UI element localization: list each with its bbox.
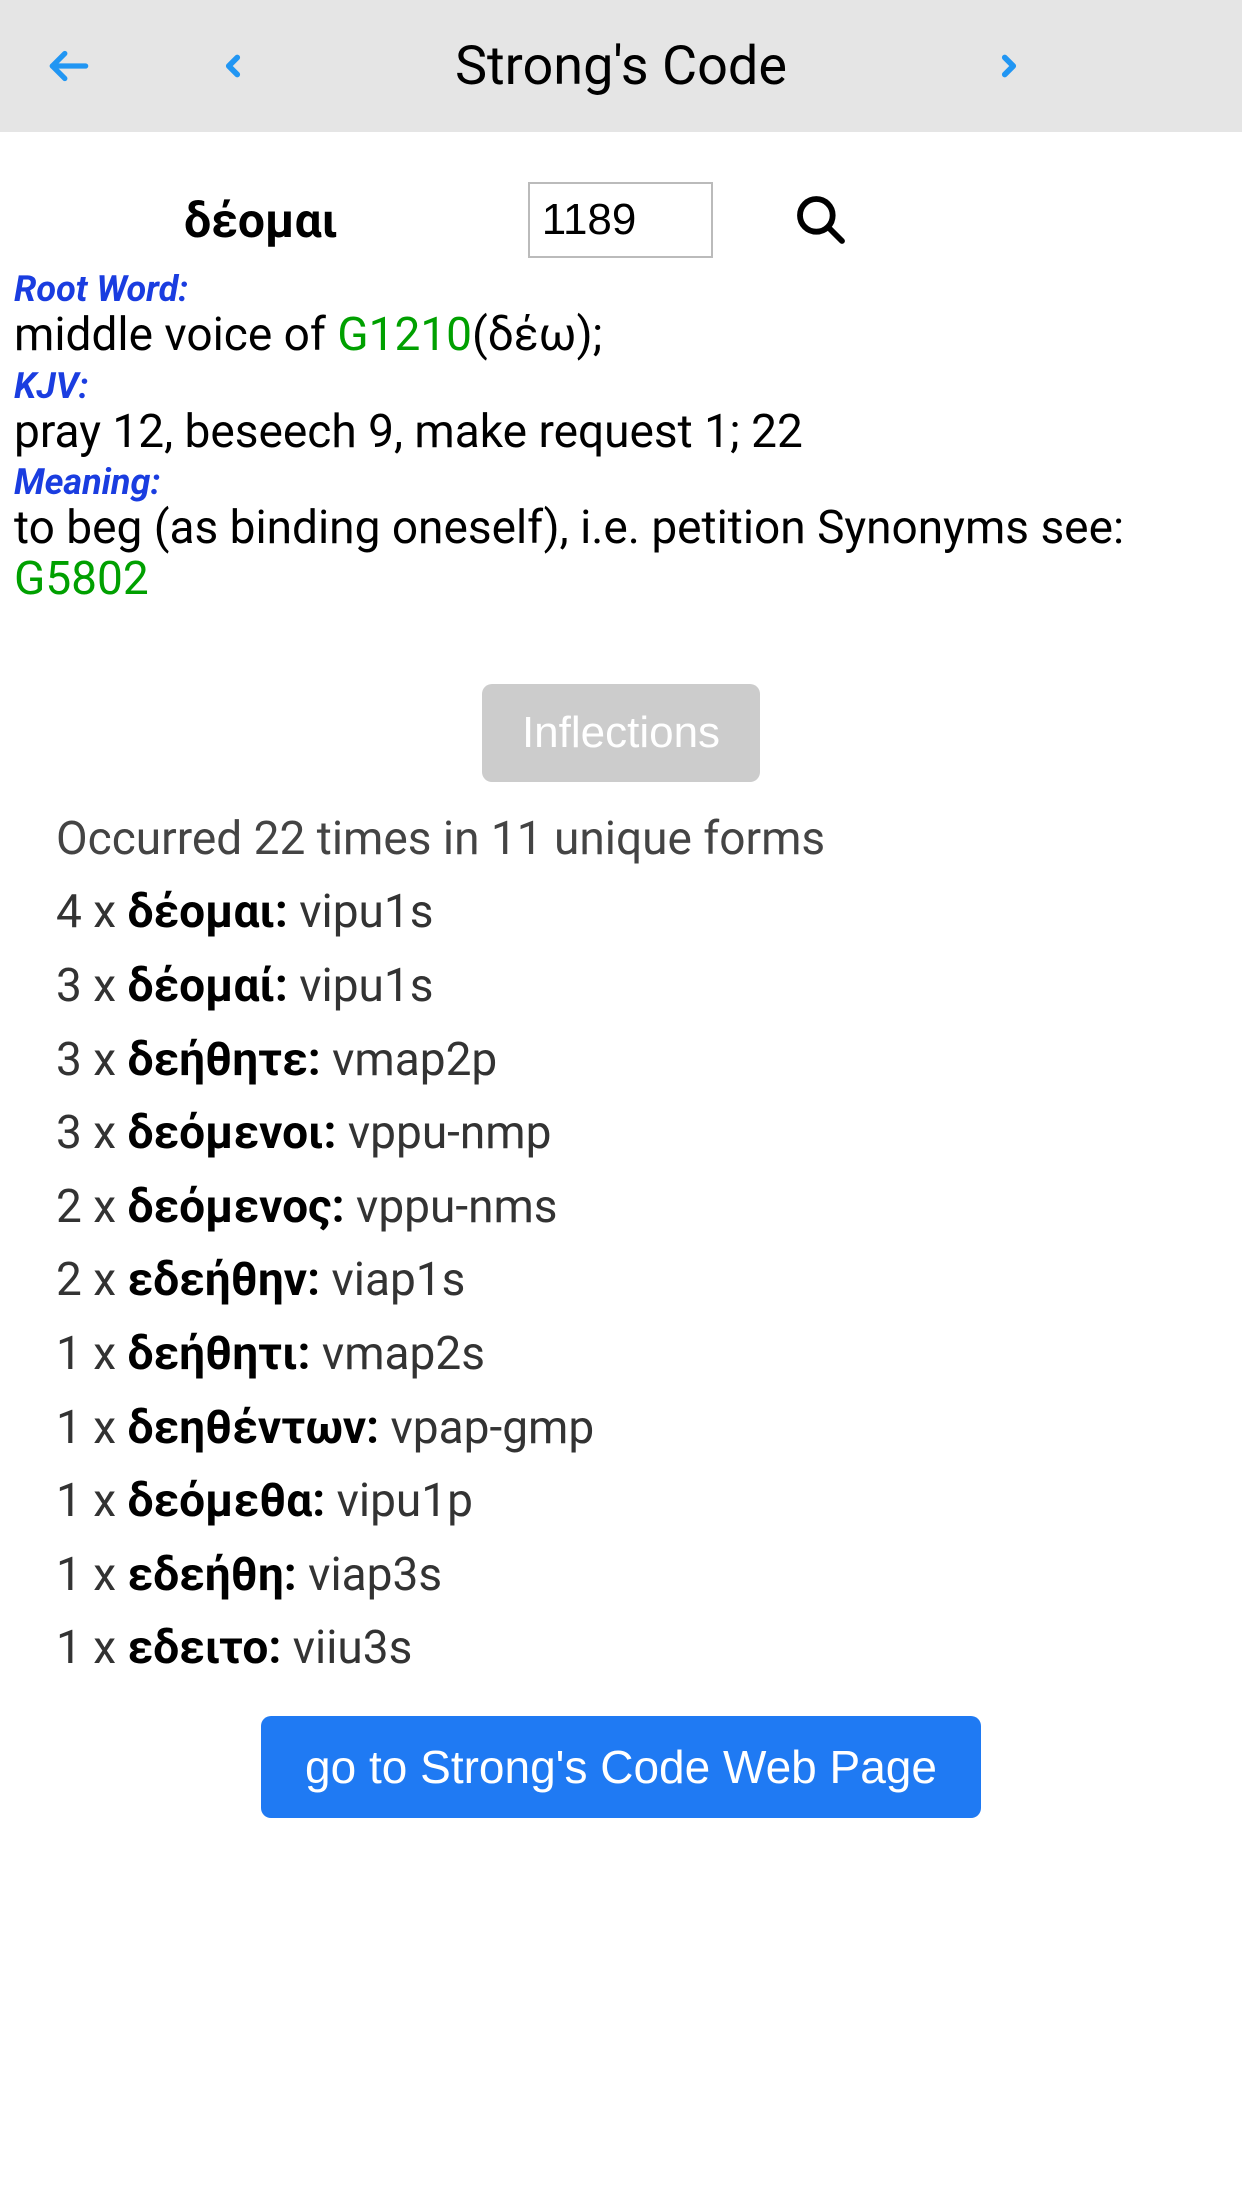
list-item: 1 x εδειτο: viiu3s xyxy=(56,1612,1228,1686)
list-item: 2 x εδεήθην: viap1s xyxy=(56,1244,1228,1318)
content-area: δέομαι Root Word: middle voice of G1210(… xyxy=(0,182,1242,1818)
inflections-button[interactable]: Inflections xyxy=(482,684,760,782)
search-icon[interactable] xyxy=(793,192,849,248)
meaning-section: Meaning: to beg (as binding oneself), i.… xyxy=(14,461,1228,604)
kjv-label: KJV: xyxy=(14,365,1228,407)
root-word-label: Root Word: xyxy=(14,268,1228,310)
list-item: 4 x δέομαι: vipu1s xyxy=(56,876,1228,950)
kjv-text: pray 12, beseech 9, make request 1; 22 xyxy=(14,407,1228,458)
root-link[interactable]: G1210 xyxy=(337,308,472,362)
root-text-before: middle voice of xyxy=(14,308,337,362)
list-item: 1 x εδεήθη: viap3s xyxy=(56,1539,1228,1613)
meaning-text-before: to beg (as binding oneself), i.e. petiti… xyxy=(14,501,1124,555)
list-item: 1 x δεήθητι: vmap2s xyxy=(56,1318,1228,1392)
root-text-after: (δέω); xyxy=(472,308,602,362)
list-item: 2 x δεόμενος: vppu-nms xyxy=(56,1171,1228,1245)
next-button[interactable] xyxy=(992,49,1026,83)
kjv-section: KJV: pray 12, beseech 9, make request 1;… xyxy=(14,365,1228,458)
list-item: 1 x δεηθέντων: vpap-gmp xyxy=(56,1392,1228,1466)
meaning-link[interactable]: G5802 xyxy=(14,552,149,606)
list-item: 3 x δεήθητε: vmap2p xyxy=(56,1024,1228,1098)
occurrence-summary: Occurred 22 times in 11 unique forms xyxy=(56,812,1228,866)
header-bar: Strong's Code xyxy=(0,0,1242,132)
greek-headword: δέομαι xyxy=(184,192,338,249)
root-word-text: middle voice of G1210(δέω); xyxy=(14,310,1228,361)
list-item: 3 x δεόμενοι: vppu-nmp xyxy=(56,1097,1228,1171)
word-row: δέομαι xyxy=(14,182,1228,258)
strongs-code-input[interactable] xyxy=(528,182,713,258)
list-item: 1 x δεόμεθα: vipu1p xyxy=(56,1465,1228,1539)
meaning-text: to beg (as binding oneself), i.e. petiti… xyxy=(14,503,1228,604)
root-word-section: Root Word: middle voice of G1210(δέω); xyxy=(14,268,1228,361)
page-title: Strong's Code xyxy=(0,35,1242,98)
meaning-label: Meaning: xyxy=(14,461,1228,503)
back-button[interactable] xyxy=(44,41,94,91)
list-item: 3 x δέομαί: vipu1s xyxy=(56,950,1228,1024)
prev-button[interactable] xyxy=(216,49,250,83)
inflection-list: 4 x δέομαι: vipu1s 3 x δέομαί: vipu1s 3 … xyxy=(56,876,1228,1686)
web-page-button[interactable]: go to Strong's Code Web Page xyxy=(261,1716,981,1818)
